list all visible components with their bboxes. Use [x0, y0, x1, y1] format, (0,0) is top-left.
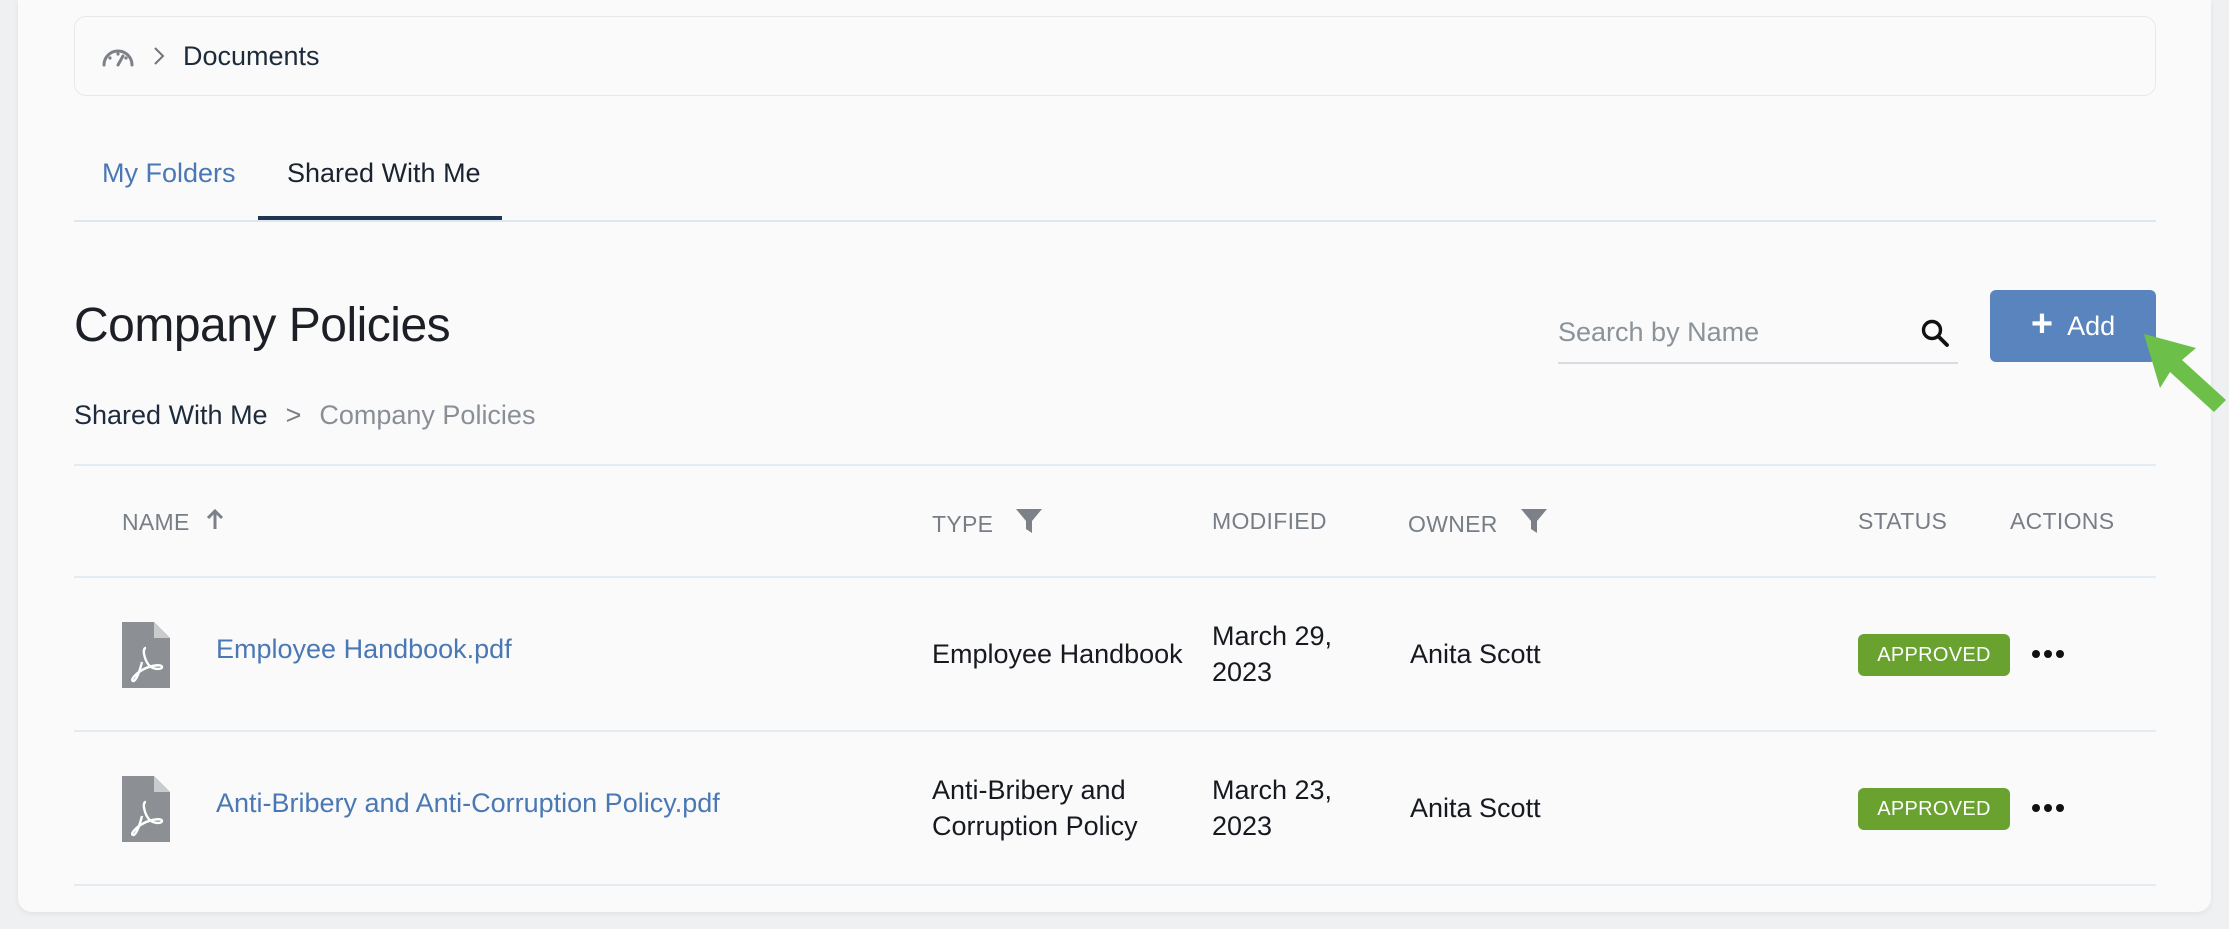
file-name-link[interactable]: Anti-Bribery and Anti-Corruption Policy.… — [216, 788, 720, 819]
column-label: OWNER — [1408, 510, 1498, 537]
documents-table: NAME TYPE MODIFIED OWNER STATUS ACTIONS — [74, 464, 2156, 886]
table-header: NAME TYPE MODIFIED OWNER STATUS ACTIONS — [74, 464, 2156, 578]
status-badge: APPROVED — [1858, 788, 2010, 830]
column-label: MODIFIED — [1212, 508, 1327, 534]
column-header-status: STATUS — [1858, 508, 1947, 535]
column-label: ACTIONS — [2010, 508, 2115, 534]
column-header-actions: ACTIONS — [2010, 508, 2114, 535]
column-label: NAME — [122, 508, 190, 535]
breadcrumb-separator: > — [285, 400, 302, 430]
cursor-arrow-icon — [2144, 334, 2226, 412]
cell-modified: March 29, 2023 — [1212, 618, 1332, 690]
column-label: TYPE — [932, 510, 994, 537]
more-horizontal-icon[interactable] — [2032, 798, 2068, 818]
search-icon[interactable] — [1920, 318, 1950, 348]
tab-bar: My Folders Shared With Me — [74, 150, 2156, 222]
cell-owner: Anita Scott — [1410, 793, 1541, 823]
folder-breadcrumb: Shared With Me > Company Policies — [74, 400, 535, 431]
cell-type: Anti-Bribery and Corruption Policy — [932, 772, 1138, 844]
arrow-up-icon[interactable] — [206, 508, 224, 536]
filter-icon[interactable] — [1520, 508, 1548, 540]
column-header-owner: OWNER — [1408, 508, 1548, 540]
cell-owner: Anita Scott — [1410, 639, 1541, 669]
column-header-modified: MODIFIED — [1212, 508, 1327, 535]
cell-modified: March 23, 2023 — [1212, 772, 1332, 844]
add-button[interactable]: + Add — [1990, 290, 2156, 362]
status-badge: APPROVED — [1858, 634, 2010, 676]
search-input[interactable] — [1558, 308, 1898, 356]
column-label: STATUS — [1858, 508, 1948, 534]
active-tab-indicator — [258, 216, 502, 220]
table-row: Anti-Bribery and Anti-Corruption Policy.… — [74, 732, 2156, 886]
cell-type: Employee Handbook — [932, 636, 1183, 672]
plus-icon: + — [2030, 303, 2054, 345]
add-button-label: Add — [2067, 310, 2116, 341]
page-title: Company Policies — [74, 299, 451, 352]
modified-line: March 23, — [1212, 775, 1333, 805]
modified-line: 2023 — [1212, 657, 1273, 687]
dashboard-icon[interactable] — [101, 44, 135, 68]
breadcrumb-current: Documents — [183, 40, 320, 71]
breadcrumb-link-shared[interactable]: Shared With Me — [74, 400, 268, 431]
tab-my-folders[interactable]: My Folders — [102, 158, 236, 189]
type-line: Employee Handbook — [932, 639, 1183, 669]
chevron-right-icon — [153, 46, 167, 66]
type-line: Corruption Policy — [932, 811, 1138, 841]
pdf-file-icon — [122, 622, 170, 688]
breadcrumb: Documents — [74, 16, 2156, 96]
filter-icon[interactable] — [1015, 508, 1043, 540]
file-name-link[interactable]: Employee Handbook.pdf — [216, 634, 512, 665]
table-row: Employee Handbook.pdf Employee Handbook … — [74, 578, 2156, 732]
column-header-name[interactable]: NAME — [122, 508, 224, 536]
more-horizontal-icon[interactable] — [2032, 644, 2068, 664]
pdf-file-icon — [122, 776, 170, 842]
column-header-type: TYPE — [932, 508, 1043, 540]
modified-line: 2023 — [1212, 811, 1273, 841]
modified-line: March 29, — [1212, 621, 1333, 651]
tab-shared-with-me[interactable]: Shared With Me — [287, 158, 481, 189]
type-line: Anti-Bribery and — [932, 775, 1126, 805]
search-box — [1558, 304, 1958, 364]
breadcrumb-current-folder: Company Policies — [319, 400, 536, 430]
